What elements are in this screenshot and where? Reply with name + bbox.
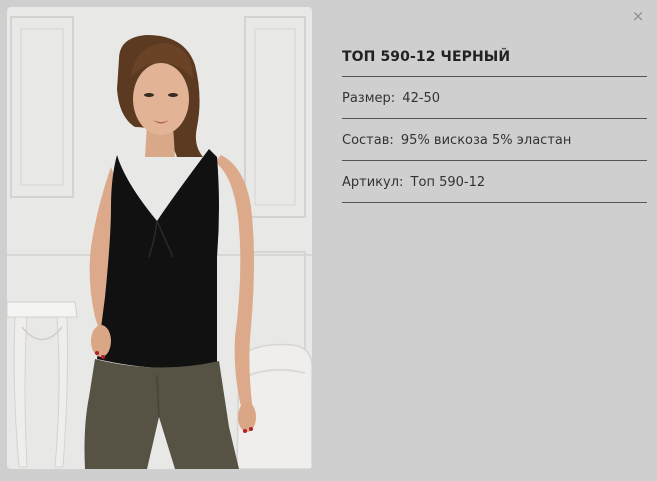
sku-row: Артикул: Топ 590-12 [342,161,647,203]
close-icon[interactable]: × [631,9,645,24]
composition-label: Состав: [342,133,394,148]
product-title: ТОП 590-12 ЧЕРНЫЙ [342,45,647,77]
sku-label: Артикул: [342,175,404,190]
size-row: Размер: 42-50 [342,77,647,119]
size-label: Размер: [342,91,396,106]
composition-row: Состав: 95% вискоза 5% эластан [342,119,647,161]
product-quick-view-modal: × ТОП 590-12 ЧЕРНЫЙ Размер: 42-50 Состав… [0,0,657,481]
size-value: 42-50 [402,91,441,106]
composition-value: 95% вискоза 5% эластан [400,133,572,148]
sku-value: Топ 590-12 [410,175,486,190]
product-photo [7,7,312,469]
product-info-panel: ТОП 590-12 ЧЕРНЫЙ Размер: 42-50 Состав: … [342,45,647,203]
